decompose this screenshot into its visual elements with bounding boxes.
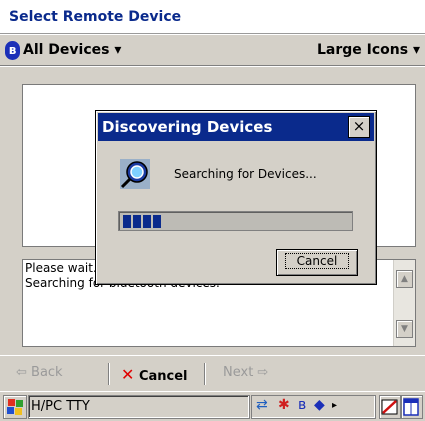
bluetooth-tray-icon[interactable]: ʙ xyxy=(298,397,306,413)
bluetooth-icon: ʙ xyxy=(5,41,20,60)
device-filter-dropdown[interactable]: All Devices ▾ xyxy=(23,42,121,58)
progress-segment xyxy=(133,215,141,228)
sync-icon[interactable]: ✱ xyxy=(278,397,290,413)
taskbar-task-button[interactable]: H/PC TTY xyxy=(28,395,250,419)
dialog-cancel-label: Cancel xyxy=(284,253,350,269)
nav-separator xyxy=(204,363,206,385)
progress-segment xyxy=(153,215,161,228)
tray-arrow-icon[interactable]: ▸ xyxy=(332,400,337,411)
cancel-button[interactable]: ✕ Cancel xyxy=(121,365,187,384)
windows-flag-icon xyxy=(7,399,23,415)
wireless-icon[interactable]: ◆ xyxy=(314,397,325,413)
cancel-label: Cancel xyxy=(138,369,188,384)
dialog-cancel-button[interactable]: Cancel xyxy=(276,249,358,276)
dialog-title: Discovering Devices xyxy=(102,118,273,136)
searching-message: Searching for Devices... xyxy=(174,167,317,181)
search-progress-bar xyxy=(118,211,353,231)
filter-bar: ʙ All Devices ▾ Large Icons ▾ xyxy=(0,35,425,66)
start-button[interactable] xyxy=(3,395,27,419)
scroll-down-button[interactable]: ▼ xyxy=(396,320,413,338)
discovering-dialog: Discovering Devices × Searching for Devi… xyxy=(95,110,377,285)
input-panel-icon[interactable] xyxy=(379,395,401,419)
network-icon[interactable]: ⇄ xyxy=(256,397,268,413)
system-tray: ⇄ ✱ ʙ ◆ ▸ xyxy=(251,395,376,419)
taskbar: H/PC TTY ⇄ ✱ ʙ ◆ ▸ xyxy=(0,391,425,421)
status-line: Please wait... xyxy=(25,261,105,275)
back-button[interactable]: ⇦ Back xyxy=(16,365,63,380)
dialog-title-bar: Discovering Devices × xyxy=(98,113,374,141)
progress-segment xyxy=(123,215,131,228)
desktop-icon[interactable] xyxy=(401,395,423,419)
scroll-up-button[interactable]: ▲ xyxy=(396,270,413,288)
device-search-icon xyxy=(120,159,150,189)
window-title-bar: Select Remote Device xyxy=(0,0,425,34)
dialog-close-button[interactable]: × xyxy=(348,116,370,138)
progress-segment xyxy=(143,215,151,228)
status-scrollbar[interactable]: ▲ ▼ xyxy=(393,260,415,346)
nav-separator xyxy=(108,363,110,385)
next-button[interactable]: Next ⇨ xyxy=(223,365,268,380)
window-title: Select Remote Device xyxy=(9,9,182,25)
wizard-nav-bar: ⇦ Back ✕ Cancel Next ⇨ xyxy=(0,355,425,391)
cancel-x-icon: ✕ xyxy=(121,365,135,384)
view-mode-dropdown[interactable]: Large Icons ▾ xyxy=(317,42,420,58)
